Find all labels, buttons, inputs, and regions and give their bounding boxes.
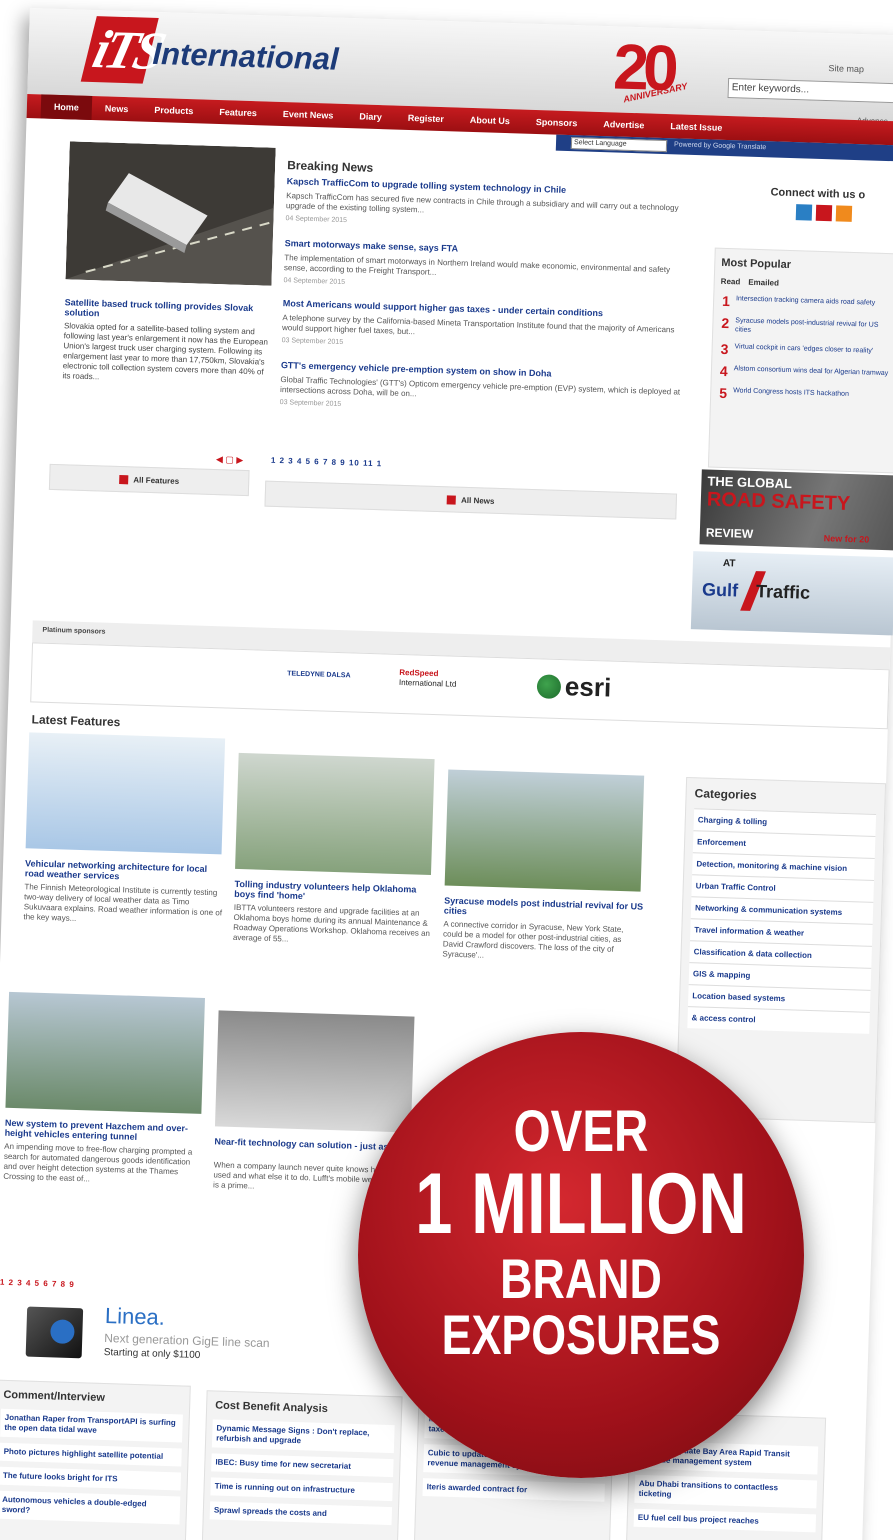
bottom-box: Cost Benefit Analysis Dynamic Message Sig… (201, 1390, 403, 1540)
bottom-box-link[interactable]: Jonathan Raper from TransportAPI is surf… (0, 1408, 183, 1443)
most-popular-heading: Most Popular (721, 256, 792, 272)
esri-logo[interactable]: esri (536, 670, 612, 703)
popular-title[interactable]: Virtual cockpit in cars 'edges closer to… (734, 342, 873, 355)
nav-item-sponsors[interactable]: Sponsors (523, 117, 591, 129)
all-news-button[interactable]: All News (264, 480, 678, 520)
most-popular-list: 1 Intersection tracking camera aids road … (711, 292, 893, 406)
news-item[interactable]: Kapsch TrafficCom to upgrade tolling sys… (285, 176, 686, 235)
screenshot-stage: iTS International 20 ANNIVERSARY Site ma… (0, 0, 893, 1540)
feature-title[interactable]: New system to prevent Hazchem and over-h… (5, 1118, 206, 1144)
bottom-box-link[interactable]: EU fuel cell bus project reaches (633, 1508, 817, 1533)
nav-item-about-us[interactable]: About Us (457, 114, 523, 126)
arrow-icon (446, 494, 457, 505)
popular-title[interactable]: World Congress hosts ITS hackathon (733, 386, 849, 399)
sitemap-link[interactable]: Site map (828, 63, 864, 74)
popular-title[interactable]: Alstom consortium wins deal for Algerian… (734, 364, 889, 378)
bottom-box-link[interactable]: Abu Dhabi transitions to contactless tic… (634, 1474, 818, 1509)
features-pager[interactable]: 1 2 3 4 5 6 7 8 9 (0, 1278, 75, 1289)
bottom-box-link[interactable]: Sprawl spreads the costs and (209, 1501, 393, 1526)
bottom-box-link[interactable]: Iteris awarded contract for (422, 1478, 605, 1502)
popular-item[interactable]: 5 World Congress hosts ITS hackathon (719, 384, 893, 405)
bottom-box: Comment/Interview Jonathan Raper from Tra… (0, 1379, 191, 1540)
feature-title[interactable]: Vehicular networking architecture for lo… (25, 858, 226, 884)
linea-camera-ad[interactable]: Linea. Next generation GigE line scan St… (7, 1298, 339, 1378)
nav-item-diary[interactable]: Diary (346, 111, 395, 123)
nav-item-products[interactable]: Products (141, 105, 206, 117)
site-logo-text[interactable]: International (152, 36, 339, 78)
hero-summary: Slovakia opted for a satellite-based tol… (62, 321, 269, 382)
categories-list: Charging & tolling Enforcement Detection, … (679, 808, 884, 1034)
twitter-icon[interactable] (795, 204, 813, 221)
nav-item-news[interactable]: News (92, 103, 142, 115)
popular-title[interactable]: Syracuse models post-industrial revival … (735, 316, 893, 339)
tab-read[interactable]: Read (721, 277, 741, 287)
breaking-news-heading: Breaking News (286, 158, 374, 175)
hero-truck-image[interactable] (65, 141, 276, 286)
popular-item[interactable]: 3 Virtual cockpit in cars 'edges closer t… (720, 340, 893, 361)
feature-summary: IBTTA volunteers restore and upgrade fac… (232, 902, 431, 944)
redspeed-logo[interactable]: RedSpeed International Ltd (399, 668, 457, 690)
feature-image[interactable] (214, 1010, 415, 1133)
connect-heading: Connect with us o (770, 186, 866, 202)
powered-by-translate: Powered by Google Translate (673, 141, 767, 152)
bottom-box-heading: Comment/Interview (3, 1388, 106, 1405)
most-popular-tabs: Read Emailed (721, 277, 893, 292)
carousel-arrows[interactable]: ◀ ▢ ▶ (216, 454, 244, 466)
feature-image[interactable] (444, 769, 645, 892)
hero-title[interactable]: Satellite based truck tolling provides S… (64, 297, 271, 323)
popular-item[interactable]: 2 Syracuse models post-industrial revival… (721, 314, 893, 339)
hero-truck-graphic (65, 141, 276, 286)
gulf-traffic-ad[interactable]: AT Gulf Traffic (690, 551, 893, 636)
arrow-icon (119, 474, 129, 484)
nav-item-latest-issue[interactable]: Latest Issue (657, 121, 735, 133)
popular-rank: 3 (720, 340, 729, 358)
nav-item-home[interactable]: Home (40, 94, 93, 120)
google-plus-icon[interactable] (815, 204, 833, 222)
popular-rank: 5 (719, 384, 728, 402)
nav-item-features[interactable]: Features (206, 107, 270, 119)
popular-rank: 1 (721, 292, 731, 310)
bottom-box-link[interactable]: The future looks bright for ITS (0, 1466, 182, 1491)
news-pager[interactable]: 1 2 3 4 5 6 7 8 9 10 11 1 (271, 456, 383, 468)
its-logo-mark[interactable]: iTS (80, 16, 168, 84)
bottom-box-link[interactable]: IBEC: Busy time for new secretariat (211, 1453, 394, 1478)
bottom-box-heading: Cost Benefit Analysis (215, 1399, 329, 1416)
rss-icon[interactable] (835, 205, 853, 222)
brand-exposures-badge: OVER 1 MILLION BRAND EXPOSURES (358, 1032, 804, 1478)
most-popular-panel: Most Popular Read Emailed 1 Intersection … (707, 247, 893, 474)
bottom-box-link[interactable]: Dynamic Message Signs : Don't replace, r… (211, 1419, 395, 1454)
bottom-box-link[interactable]: Autonomous vehicles a double-edged sword… (0, 1490, 181, 1525)
nav-item-event-news[interactable]: Event News (270, 109, 347, 121)
category-link[interactable]: & access control (687, 1006, 870, 1034)
feature-image[interactable] (5, 991, 205, 1114)
feature-image[interactable] (235, 752, 435, 876)
news-item[interactable]: Smart motorways make sense, says FTA The … (283, 238, 684, 297)
all-features-button[interactable]: All Features (48, 463, 250, 497)
tab-emailed[interactable]: Emailed (748, 278, 779, 288)
nav-item-register[interactable]: Register (395, 113, 457, 125)
popular-item[interactable]: 4 Alstom consortium wins deal for Algeria… (719, 362, 893, 383)
popular-item[interactable]: 1 Intersection tracking camera aids road … (721, 292, 893, 313)
nav-item-advertise[interactable]: Advertise (590, 119, 657, 131)
feature-summary: The Finnish Meteorological Institute is … (23, 882, 223, 923)
language-select[interactable]: Select Language (570, 137, 668, 153)
categories-heading: Categories (694, 786, 757, 803)
bottom-box-link[interactable]: Photo pictures highlight satellite poten… (0, 1442, 182, 1467)
anniversary-badge: 20 ANNIVERSARY (612, 30, 689, 105)
global-road-safety-review-ad[interactable]: THE GLOBAL ROAD SAFETY REVIEW New for 20 (699, 469, 893, 551)
feature-title[interactable]: Syracuse models post industrial revival … (444, 895, 645, 921)
popular-rank: 4 (719, 362, 728, 380)
feature-image[interactable] (25, 732, 226, 855)
news-item[interactable]: GTT's emergency vehicle pre-emption syst… (280, 360, 681, 419)
feature-summary: A connective corridor in Syracuse, New Y… (442, 919, 624, 960)
feature-summary: An impending move to free-flow charging … (3, 1141, 193, 1184)
search-input[interactable]: Enter keywords... (727, 77, 893, 104)
popular-rank: 2 (721, 314, 730, 332)
feature-title[interactable]: Tolling industry volunteers help Oklahom… (234, 879, 435, 905)
globe-icon (536, 674, 562, 700)
bottom-box-link[interactable]: Time is running out on infrastructure (210, 1477, 393, 1502)
popular-title[interactable]: Intersection tracking camera aids road s… (736, 294, 876, 307)
news-item[interactable]: Most Americans would support higher gas … (282, 298, 683, 357)
latest-features-heading: Latest Features (31, 712, 121, 730)
